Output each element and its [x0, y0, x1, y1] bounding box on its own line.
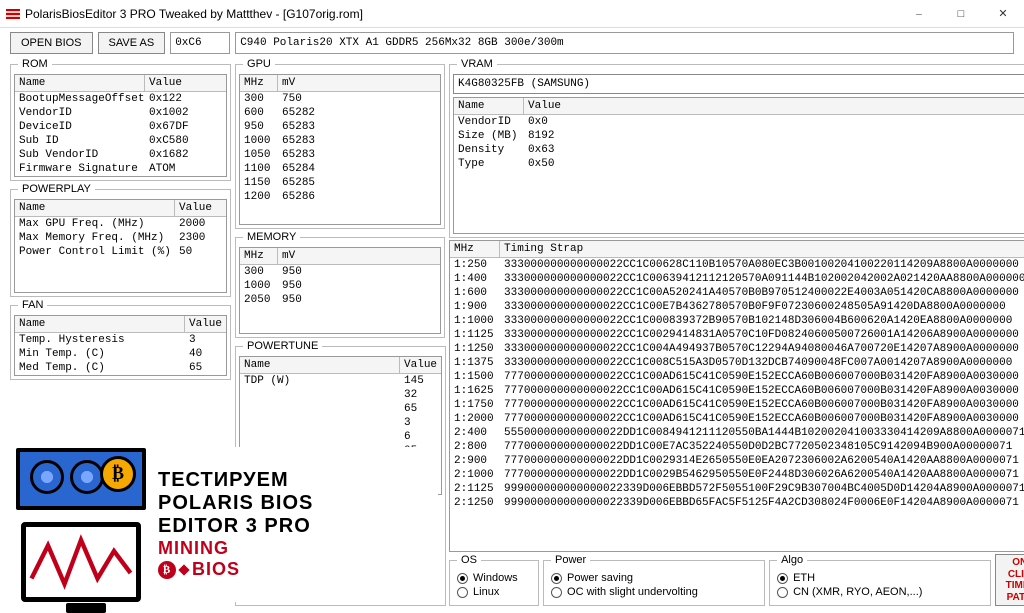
- table-row[interactable]: 2050950: [240, 293, 440, 307]
- algo-legend: Algo: [777, 554, 807, 566]
- monitor-icon: [21, 522, 141, 602]
- table-row[interactable]: Density0x63: [454, 143, 1024, 157]
- algo-cn-radio[interactable]: CN (XMR, RYO, AEON,...): [777, 586, 983, 598]
- bios-description-input[interactable]: C940 Polaris20 XTX A1 GDDR5 256Mx32 8GB …: [235, 32, 1014, 54]
- bitcoin-icon: ₿: [100, 456, 136, 492]
- window-title: PolarisBiosEditor 3 PRO Tweaked by Mattt…: [25, 7, 898, 21]
- hex-input[interactable]: 0xC6: [170, 32, 230, 54]
- table-row[interactable]: 1:2000777000000000000022CC1C00AD615C41C0…: [450, 412, 1024, 426]
- table-row[interactable]: Max Memory Freq. (MHz)2300: [15, 231, 226, 245]
- gpu-table[interactable]: MHzmV 3007506006528295065283100065283105…: [239, 74, 441, 225]
- table-row[interactable]: 1:1375333000000000000022CC1C008C515A3D05…: [450, 356, 1024, 370]
- table-row[interactable]: Type0x50: [454, 157, 1024, 171]
- table-row[interactable]: 1:1750777000000000000022CC1C00AD615C41C0…: [450, 398, 1024, 412]
- table-row[interactable]: TDP (W)145: [240, 374, 441, 388]
- open-bios-button[interactable]: OPEN BIOS: [10, 32, 93, 54]
- table-row[interactable]: Power Control Limit (%)50: [15, 245, 226, 259]
- table-row[interactable]: Firmware SignatureATOM: [15, 162, 226, 176]
- table-row[interactable]: 6: [240, 430, 441, 444]
- table-row[interactable]: 2:1250999000000000000022339D006EBBD65FAC…: [450, 496, 1024, 510]
- table-row[interactable]: 120065286: [240, 190, 440, 204]
- minimize-button[interactable]: –: [898, 0, 940, 28]
- table-row[interactable]: 300750: [240, 92, 440, 106]
- power-oc-radio[interactable]: OC with slight undervolting: [551, 586, 757, 598]
- vram-legend: VRAM: [457, 58, 497, 70]
- gpu-legend: GPU: [243, 58, 275, 70]
- table-row[interactable]: 300950: [240, 265, 440, 279]
- table-row[interactable]: 1000950: [240, 279, 440, 293]
- table-row[interactable]: Size (MB)8192: [454, 129, 1024, 143]
- table-row[interactable]: 60065282: [240, 106, 440, 120]
- memory-table[interactable]: MHzmV 30095010009502050950: [239, 247, 441, 334]
- algo-eth-radio[interactable]: ETH: [777, 572, 983, 584]
- table-row[interactable]: 100065283: [240, 134, 440, 148]
- table-row[interactable]: 2:1000777000000000000022DD1C0029B5462950…: [450, 468, 1024, 482]
- table-row[interactable]: 1:250333000000000000022CC1C00628C110B105…: [450, 258, 1024, 272]
- table-row[interactable]: 1:1500777000000000000022CC1C00AD615C41C0…: [450, 370, 1024, 384]
- overlay-watermark: ₿ ТЕСТИРУЕМ POLARIS BIOS EDITOR 3 PRO MI…: [8, 447, 438, 602]
- table-row[interactable]: 115065285: [240, 176, 440, 190]
- app-icon: [6, 9, 20, 19]
- table-row[interactable]: 3: [240, 416, 441, 430]
- table-row[interactable]: 105065283: [240, 148, 440, 162]
- table-row[interactable]: 1:1000333000000000000022CC1C000839372B90…: [450, 314, 1024, 328]
- table-row[interactable]: 1:400333000000000000022CC1C0063941211212…: [450, 272, 1024, 286]
- os-windows-radio[interactable]: Windows: [457, 572, 531, 584]
- table-row[interactable]: 32: [240, 388, 441, 402]
- timing-table[interactable]: MHzTiming Strap 1:250333000000000000022C…: [450, 241, 1024, 551]
- table-row[interactable]: DeviceID0x67DF: [15, 120, 226, 134]
- rom-table[interactable]: NameValue BootupMessageOffset0x122Vendor…: [14, 74, 227, 177]
- table-row[interactable]: VendorID0x0: [454, 115, 1024, 129]
- maximize-button[interactable]: □: [940, 0, 982, 28]
- table-row[interactable]: 65: [240, 402, 441, 416]
- table-row[interactable]: 1:900333000000000000022CC1C00E7B43627805…: [450, 300, 1024, 314]
- table-row[interactable]: 1:600333000000000000022CC1C00A520241A405…: [450, 286, 1024, 300]
- table-row[interactable]: 1:1625777000000000000022CC1C00AD615C41C0…: [450, 384, 1024, 398]
- fan-legend: FAN: [18, 299, 47, 311]
- table-row[interactable]: Sub ID0xC580: [15, 134, 226, 148]
- table-row[interactable]: 2:800777000000000000022DD1C00E7AC3522405…: [450, 440, 1024, 454]
- one-click-patch-button[interactable]: ONE CLICK TIMING PATCH: [995, 554, 1024, 606]
- powerplay-legend: POWERPLAY: [18, 183, 95, 195]
- table-row[interactable]: Min Temp. (C)40: [15, 347, 226, 361]
- table-row[interactable]: BootupMessageOffset0x122: [15, 92, 226, 106]
- power-legend: Power: [551, 554, 590, 566]
- table-row[interactable]: 2:900777000000000000022DD1C0029314E26505…: [450, 454, 1024, 468]
- vram-select[interactable]: K4G80325FB (SAMSUNG) ▾: [453, 74, 1024, 94]
- table-row[interactable]: Med Temp. (C)65: [15, 361, 226, 375]
- diamond-icon: [178, 564, 189, 575]
- gpu-card-icon: ₿: [16, 448, 146, 510]
- rom-legend: ROM: [18, 58, 52, 70]
- os-linux-radio[interactable]: Linux: [457, 586, 531, 598]
- powerplay-table[interactable]: NameValue Max GPU Freq. (MHz)2000Max Mem…: [14, 199, 227, 293]
- bitcoin-icon: ₿: [158, 561, 176, 579]
- fan-table[interactable]: NameValue Temp. Hysteresis3Min Temp. (C)…: [14, 315, 227, 376]
- os-legend: OS: [457, 554, 481, 566]
- vram-table[interactable]: NameValue VendorID0x0Size (MB)8192Densit…: [453, 97, 1024, 234]
- power-saving-radio[interactable]: Power saving: [551, 572, 757, 584]
- table-row[interactable]: Temp. Hysteresis3: [15, 333, 226, 347]
- table-row[interactable]: 2:400555000000000000022DD1C0084941211120…: [450, 426, 1024, 440]
- memory-legend: MEMORY: [243, 231, 300, 243]
- table-row[interactable]: 110065284: [240, 162, 440, 176]
- close-button[interactable]: ✕: [982, 0, 1024, 28]
- table-row[interactable]: VendorID0x1002: [15, 106, 226, 120]
- powertune-legend: POWERTUNE: [243, 340, 322, 352]
- table-row[interactable]: 2:1125999000000000000022339D006EBBD572F5…: [450, 482, 1024, 496]
- table-row[interactable]: 95065283: [240, 120, 440, 134]
- table-row[interactable]: 1:1125333000000000000022CC1C0029414831A0…: [450, 328, 1024, 342]
- table-row[interactable]: Max GPU Freq. (MHz)2000: [15, 217, 226, 231]
- save-as-button[interactable]: SAVE AS: [98, 32, 166, 54]
- table-row[interactable]: 1:1250333000000000000022CC1C004A494937B0…: [450, 342, 1024, 356]
- table-row[interactable]: Sub VendorID0x1682: [15, 148, 226, 162]
